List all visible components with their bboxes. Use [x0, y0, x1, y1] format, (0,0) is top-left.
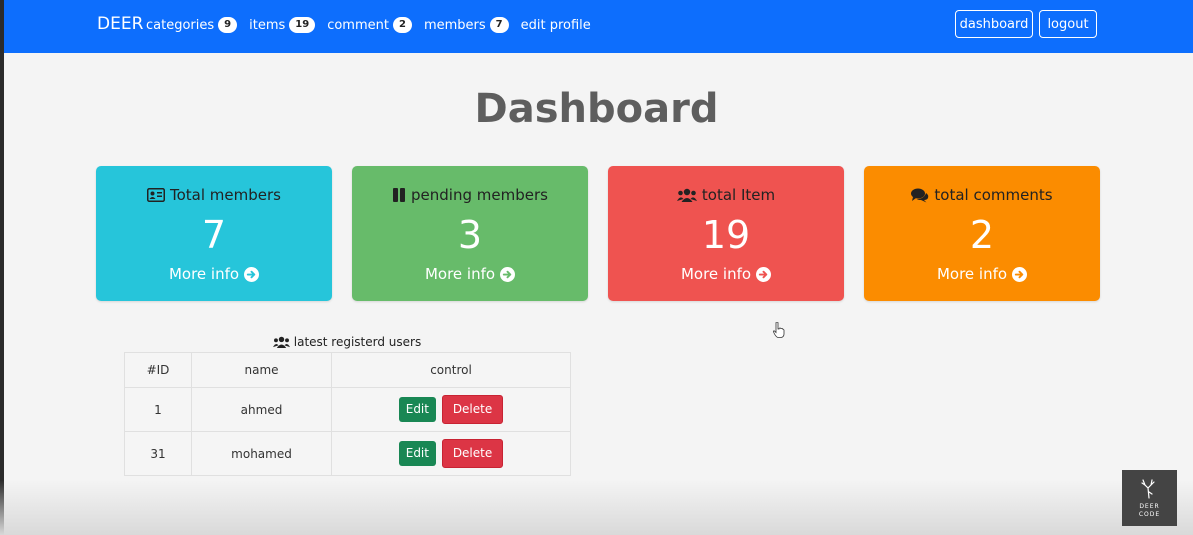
users-icon [676, 188, 697, 202]
cell-control: Edit Delete [331, 431, 571, 476]
stat-card-total-comments: total comments 2 More info [864, 166, 1100, 301]
delete-button[interactable]: Delete [441, 439, 504, 468]
nav-link-label: members [423, 17, 486, 33]
users-icon [272, 336, 290, 348]
stat-card-title: total Item [608, 186, 844, 204]
stat-card-label: pending members [411, 186, 548, 204]
nav-link-items[interactable]: items 19 [249, 17, 316, 33]
count-badge: 19 [289, 17, 316, 33]
id-card-icon [147, 188, 165, 202]
table-header-row: #ID name control [124, 352, 571, 388]
more-info-link[interactable]: More info [352, 265, 588, 283]
latest-users-caption: latest registerd users [124, 335, 570, 349]
stat-card-total-item: total Item 19 More info [608, 166, 844, 301]
cell-control: Edit Delete [331, 387, 571, 432]
nav-links: categories 9 items 19 comment 2 members … [146, 17, 603, 33]
edit-button[interactable]: Edit [398, 441, 436, 466]
nav-link-categories[interactable]: categories 9 [146, 17, 238, 33]
cell-id: 1 [124, 387, 192, 432]
hand-pointer-cursor-icon [773, 322, 785, 338]
more-info-label: More info [168, 265, 240, 283]
stat-card-title: total comments [864, 186, 1100, 204]
page-title: Dashboard [474, 86, 719, 132]
stat-card-label: total comments [934, 186, 1053, 204]
more-info-link[interactable]: More info [96, 265, 332, 283]
cell-name: mohamed [191, 431, 332, 476]
cell-id: 31 [124, 431, 192, 476]
arrow-circle-right-icon [500, 266, 516, 282]
delete-button[interactable]: Delete [441, 395, 504, 424]
table-row: 31 mohamed Edit Delete [124, 431, 571, 476]
watermark-text: DEER CODE [1122, 503, 1177, 519]
stat-card-title: Total members [96, 186, 332, 204]
window-edge [0, 0, 4, 535]
nav-link-members[interactable]: members 7 [424, 17, 509, 33]
nav-link-edit-profile[interactable]: edit profile [521, 18, 591, 33]
more-info-link[interactable]: More info [608, 265, 844, 283]
arrow-circle-right-icon [756, 266, 772, 282]
stat-card-pending-members: pending members 3 More info [352, 166, 588, 301]
stat-card-label: Total members [170, 186, 281, 204]
nav-link-comment[interactable]: comment 2 [327, 17, 412, 33]
column-header-name: name [191, 352, 332, 388]
count-badge: 7 [489, 17, 509, 33]
stat-card-value: 19 [701, 213, 751, 257]
nav-link-label: comment [327, 17, 389, 33]
watermark-logo: DEER CODE [1122, 470, 1177, 526]
more-info-label: More info [424, 265, 496, 283]
count-badge: 2 [392, 17, 412, 33]
stat-card-title: pending members [352, 186, 588, 204]
stat-card-value: 2 [969, 213, 995, 257]
more-info-label: More info [936, 265, 1008, 283]
stat-card-value: 7 [201, 213, 227, 257]
brand-logo[interactable]: DEER [97, 14, 143, 34]
arrow-circle-right-icon [1012, 266, 1028, 282]
more-info-link[interactable]: More info [864, 265, 1100, 283]
latest-users-table: #ID name control 1 ahmed Edit Delete 31 … [124, 352, 571, 476]
column-header-id: #ID [124, 352, 192, 388]
nav-link-label: categories [146, 17, 215, 33]
count-badge: 9 [218, 17, 238, 33]
arrow-circle-right-icon [244, 266, 260, 282]
pause-icon [393, 188, 406, 202]
nav-link-label: items [249, 17, 286, 33]
caption-label: latest registerd users [293, 335, 422, 349]
dashboard-button[interactable]: dashboard [955, 10, 1033, 38]
logout-button[interactable]: logout [1039, 10, 1097, 38]
watermark-line2: CODE [1138, 511, 1161, 518]
comments-icon [911, 188, 929, 202]
column-header-control: control [331, 352, 571, 388]
top-navbar: DEER categories 9 items 19 comment 2 mem… [4, 0, 1193, 53]
bottom-shadow [0, 480, 1193, 535]
more-info-label: More info [680, 265, 752, 283]
deer-icon [1141, 479, 1155, 499]
stat-card-value: 3 [457, 213, 483, 257]
nav-link-label: edit profile [520, 17, 591, 33]
stat-card-label: total Item [701, 186, 776, 204]
stat-card-total-members: Total members 7 More info [96, 166, 332, 301]
watermark-line1: DEER [1139, 503, 1160, 510]
cell-name: ahmed [191, 387, 332, 432]
table-row: 1 ahmed Edit Delete [124, 387, 571, 432]
edit-button[interactable]: Edit [398, 397, 436, 422]
